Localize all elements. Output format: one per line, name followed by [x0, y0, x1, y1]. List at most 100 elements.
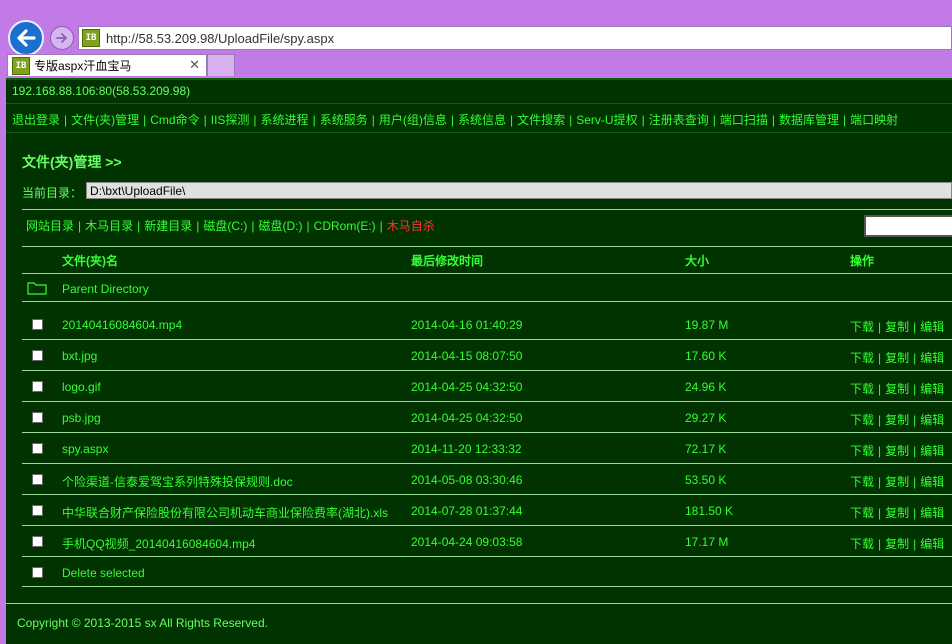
copy-link[interactable]: 复制	[885, 382, 909, 396]
menu-item[interactable]: 文件搜索	[517, 113, 565, 127]
copy-link[interactable]: 复制	[885, 320, 909, 334]
file-checkbox[interactable]	[32, 474, 43, 485]
file-checkbox[interactable]	[32, 381, 43, 392]
file-checkbox[interactable]	[32, 505, 43, 516]
menu-separator: |	[569, 113, 573, 127]
delete-selected-button[interactable]: Delete selected	[62, 566, 145, 580]
new-tab-button[interactable]	[207, 54, 235, 76]
browser-tab[interactable]: IB 专版aspx汗血宝马 ✕	[7, 54, 207, 76]
file-name-link[interactable]: psb.jpg	[62, 411, 101, 425]
link-separator: |	[251, 219, 255, 233]
file-modified-time: 2014-04-25 04:32:50	[411, 380, 523, 394]
menu-item[interactable]: IIS探测	[211, 113, 250, 127]
menu-separator: |	[843, 113, 847, 127]
edit-link[interactable]: 编辑	[920, 382, 944, 396]
file-name-link[interactable]: 手机QQ视频_20140416084604.mp4	[62, 535, 255, 552]
menu-separator: |	[253, 113, 257, 127]
edit-link[interactable]: 编辑	[920, 413, 944, 427]
copy-link[interactable]: 复制	[885, 444, 909, 458]
copy-link[interactable]: 复制	[885, 413, 909, 427]
menu-item[interactable]: 系统信息	[458, 113, 506, 127]
select-all-checkbox[interactable]	[32, 567, 43, 578]
menu-item[interactable]: Serv-U提权	[576, 113, 637, 127]
address-bar[interactable]: IB http://58.53.209.98/UploadFile/spy.as…	[78, 26, 952, 50]
quick-link[interactable]: CDRom(E:)	[314, 219, 376, 233]
quick-link[interactable]: 磁盘(C:)	[203, 219, 247, 233]
download-link[interactable]: 下载	[850, 320, 874, 334]
row-divider	[22, 556, 952, 557]
file-checkbox[interactable]	[32, 319, 43, 330]
file-size: 29.27 K	[685, 411, 727, 425]
quick-link[interactable]: 木马目录	[85, 219, 133, 233]
divider	[22, 246, 952, 247]
download-link[interactable]: 下载	[850, 351, 874, 365]
current-dir-input[interactable]	[86, 182, 952, 199]
link-separator: |	[78, 219, 82, 233]
row-divider	[22, 339, 952, 340]
copy-link[interactable]: 复制	[885, 537, 909, 551]
copy-link[interactable]: 复制	[885, 351, 909, 365]
menu-item[interactable]: 端口映射	[850, 113, 898, 127]
parent-directory-link[interactable]: Parent Directory	[62, 282, 149, 296]
browser-chrome: IB http://58.53.209.98/UploadFile/spy.as…	[0, 0, 952, 78]
file-name-link[interactable]: bxt.jpg	[62, 349, 97, 363]
download-link[interactable]: 下载	[850, 444, 874, 458]
edit-link[interactable]: 编辑	[920, 320, 944, 334]
quick-link[interactable]: 新建目录	[144, 219, 192, 233]
menu-item[interactable]: 注册表查询	[649, 113, 709, 127]
menu-item[interactable]: 数据库管理	[779, 113, 839, 127]
link-separator: |	[196, 219, 200, 233]
edit-link[interactable]: 编辑	[920, 506, 944, 520]
file-size: 19.87 M	[685, 318, 729, 332]
footer-copyright: Copyright © 2013-2015 sx All Rights Rese…	[17, 616, 268, 630]
file-checkbox[interactable]	[32, 536, 43, 547]
file-name-link[interactable]: 个险渠道-信泰爱驾宝系列特殊投保规则.doc	[62, 473, 293, 490]
file-size: 181.50 K	[685, 504, 734, 518]
file-name-link[interactable]: 20140416084604.mp4	[62, 318, 182, 332]
search-input[interactable]	[864, 215, 952, 237]
copy-link[interactable]: 复制	[885, 475, 909, 489]
download-link[interactable]: 下载	[850, 382, 874, 396]
row-divider	[22, 525, 952, 526]
menu-separator: |	[371, 113, 375, 127]
menu-item[interactable]: 退出登录	[12, 113, 60, 127]
download-link[interactable]: 下载	[850, 413, 874, 427]
menu-item[interactable]: 文件(夹)管理	[71, 113, 139, 127]
menu-item[interactable]: 端口扫描	[720, 113, 768, 127]
file-name-link[interactable]: 中华联合财产保险股份有限公司机动车商业保险费率(湖北).xls	[62, 504, 388, 521]
menu-item[interactable]: 系统服务	[320, 113, 368, 127]
copy-link[interactable]: 复制	[885, 506, 909, 520]
edit-link[interactable]: 编辑	[920, 444, 944, 458]
current-dir-label: 当前目录：	[22, 186, 83, 200]
edit-link[interactable]: 编辑	[920, 351, 944, 365]
download-link[interactable]: 下载	[850, 537, 874, 551]
quick-link[interactable]: 网站目录	[26, 219, 74, 233]
main-menu: 退出登录 | 文件(夹)管理 | Cmd命令 | IIS探测 | 系统进程 | 系统服务 | 用户(组)…	[6, 105, 952, 133]
file-name-link[interactable]: spy.aspx	[62, 442, 108, 456]
menu-separator: |	[64, 113, 68, 127]
self-destruct-link[interactable]: 木马自杀	[387, 219, 435, 233]
quick-link[interactable]: 磁盘(D:)	[259, 219, 303, 233]
link-separator: |	[137, 219, 141, 233]
file-name-link[interactable]: logo.gif	[62, 380, 101, 394]
menu-item[interactable]: 用户(组)信息	[379, 113, 447, 127]
file-modified-time: 2014-07-28 01:37:44	[411, 504, 523, 518]
download-link[interactable]: 下载	[850, 506, 874, 520]
file-actions: 下载 | 复制 | 编辑	[850, 504, 944, 521]
folder-icon	[27, 282, 47, 295]
edit-link[interactable]: 编辑	[920, 537, 944, 551]
menu-item[interactable]: Cmd命令	[150, 113, 199, 127]
back-button[interactable]	[8, 20, 44, 56]
link-separator: |	[379, 219, 383, 233]
file-checkbox[interactable]	[32, 443, 43, 454]
download-link[interactable]: 下载	[850, 475, 874, 489]
edit-link[interactable]: 编辑	[920, 475, 944, 489]
menu-item[interactable]: 系统进程	[261, 113, 309, 127]
close-tab-icon[interactable]: ✕	[189, 58, 200, 73]
action-separator: |	[878, 475, 882, 489]
tab-title: 专版aspx汗血宝马	[34, 59, 132, 73]
site-favicon-icon: IB	[82, 29, 100, 47]
file-checkbox[interactable]	[32, 350, 43, 361]
forward-button[interactable]	[50, 26, 74, 50]
file-checkbox[interactable]	[32, 412, 43, 423]
